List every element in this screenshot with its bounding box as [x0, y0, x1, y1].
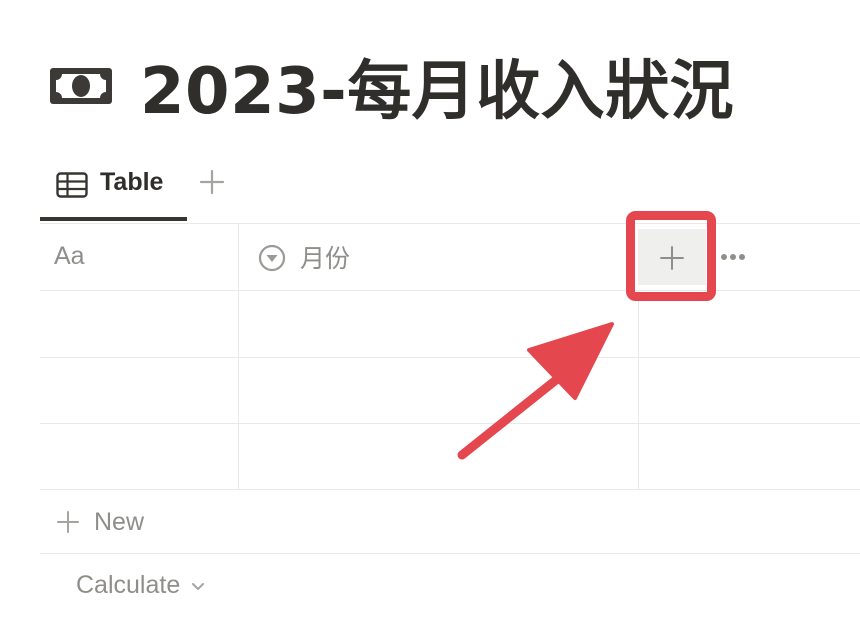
- page-title[interactable]: 2023-每月收入狀況: [140, 40, 734, 132]
- add-view-plus-icon[interactable]: [198, 168, 226, 196]
- column-header-month-label: 月份: [300, 244, 351, 273]
- tab-table-view[interactable]: Table: [40, 162, 187, 222]
- table-icon: [56, 172, 88, 198]
- column-header-name[interactable]: Aa: [54, 223, 234, 290]
- select-icon: [258, 244, 286, 271]
- banknote-icon[interactable]: [48, 66, 114, 106]
- table-cell-name[interactable]: [40, 358, 238, 424]
- table-cell-month[interactable]: [239, 291, 638, 357]
- chevron-down-icon: [192, 583, 205, 590]
- column-header-month[interactable]: 月份: [258, 223, 618, 290]
- table-cell-name[interactable]: [40, 291, 238, 357]
- plus-icon: [57, 511, 79, 533]
- view-tab-bar: Table: [40, 162, 860, 222]
- table-cell-name[interactable]: [40, 424, 238, 489]
- table-cell-month[interactable]: [239, 424, 638, 489]
- table-cell-month[interactable]: [239, 358, 638, 424]
- more-horizontal-icon[interactable]: [718, 243, 754, 271]
- add-property-plus-icon[interactable]: [638, 229, 706, 285]
- add-new-row-button[interactable]: New: [40, 490, 860, 554]
- page-header: 2023-每月收入狀況: [48, 46, 734, 129]
- tab-table-label: Table: [100, 168, 164, 196]
- column-header-name-label: Aa: [54, 242, 85, 270]
- calculate-button[interactable]: Calculate: [76, 560, 206, 610]
- active-tab-indicator: [40, 217, 187, 221]
- column-divider: [638, 290, 639, 489]
- calculate-label: Calculate: [76, 570, 181, 599]
- new-row-label: New: [94, 507, 145, 536]
